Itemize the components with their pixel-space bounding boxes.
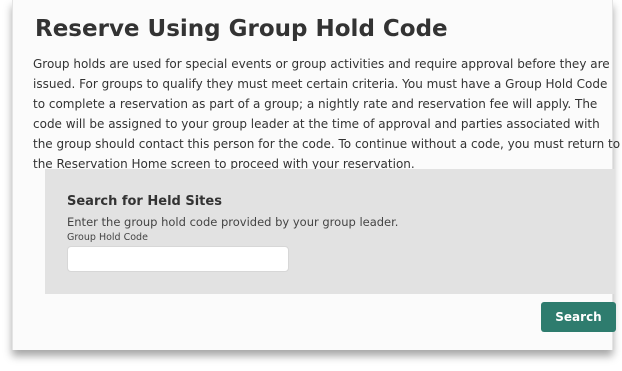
group-hold-code-input[interactable] <box>67 246 289 272</box>
intro-paragraph: Group holds are used for special events … <box>33 57 621 171</box>
search-held-sites-panel: Search for Held Sites Enter the group ho… <box>45 169 615 294</box>
page: Reserve Using Group Hold Code Group hold… <box>0 0 622 371</box>
search-panel-description: Enter the group hold code provided by yo… <box>67 215 399 229</box>
group-hold-code-label: Group Hold Code <box>67 232 148 243</box>
reservation-card: Reserve Using Group Hold Code Group hold… <box>12 0 620 350</box>
search-button[interactable]: Search <box>541 302 616 332</box>
page-title: Reserve Using Group Hold Code <box>35 16 448 42</box>
search-panel-heading: Search for Held Sites <box>67 194 222 209</box>
